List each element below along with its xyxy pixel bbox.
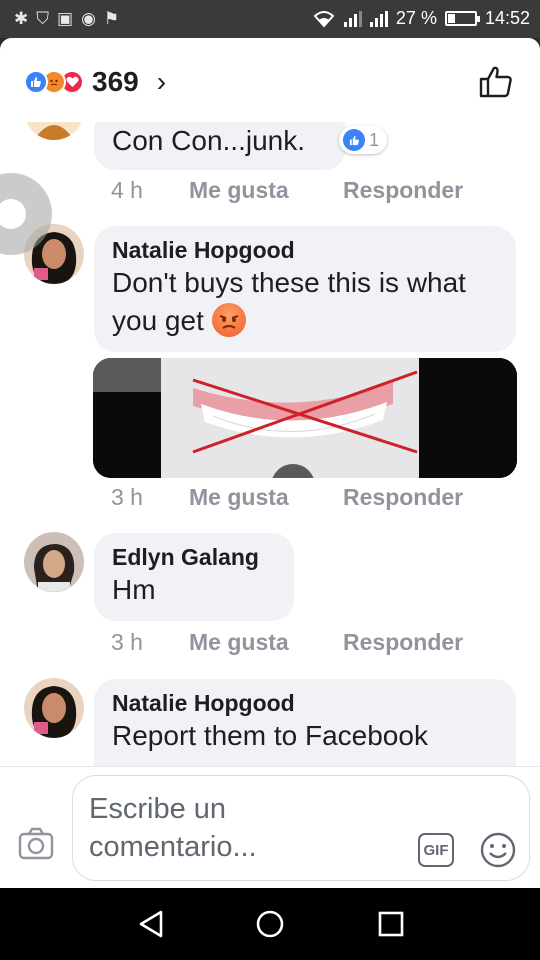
comment-time: 3 h — [111, 629, 143, 655]
recents-icon[interactable] — [373, 906, 409, 942]
comment-author[interactable]: Natalie Hopgood — [112, 236, 498, 264]
angry-face-icon — [211, 302, 246, 337]
flag-icon: ⚑ — [103, 9, 120, 28]
clock: 14:52 — [484, 8, 530, 28]
comment-reaction-count: 1 — [369, 129, 380, 150]
like-post-button[interactable] — [478, 64, 514, 100]
comment-text: Report them to Facebook — [112, 720, 428, 751]
comment-like-link[interactable]: Me gusta — [189, 484, 343, 511]
emoji-picker-icon[interactable] — [479, 831, 517, 869]
comment-reaction-badge[interactable]: 1 — [339, 126, 388, 154]
gif-button[interactable]: GIF — [418, 833, 454, 867]
chevron-right-icon: › — [156, 66, 167, 97]
camera-icon[interactable] — [18, 825, 54, 861]
comment-time: 3 h — [111, 484, 143, 510]
like-reaction-icon — [24, 70, 48, 94]
comment-reply-link[interactable]: Responder — [343, 484, 463, 511]
shield-icon: ⛉ — [36, 9, 49, 28]
wifi-icon — [313, 10, 335, 27]
comment-bubble[interactable]: Edlyn Galang Hm — [94, 533, 294, 621]
comment-text: Don't buys these this is what you get — [112, 267, 466, 336]
avatar[interactable] — [24, 678, 84, 738]
comment-author[interactable]: Natalie Hopgood — [112, 689, 498, 717]
notification-icons: ✱ ⛉ ▣ ◉ ⚑ — [14, 9, 119, 29]
comments-sheet: 369 › Con Con...junk. 1 4 h Me gusta Res… — [0, 38, 540, 888]
comment-reply-link[interactable]: Responder — [343, 629, 463, 656]
comment-input-placeholder: Escribe un comentario... — [89, 793, 257, 863]
signal-2-icon — [369, 10, 388, 27]
comment-text: Con Con...junk. — [112, 125, 305, 156]
back-icon[interactable] — [133, 906, 169, 942]
image-icon: ▣ — [57, 9, 74, 28]
reaction-count: 369 — [92, 66, 139, 97]
bug-icon: ✱ — [14, 9, 29, 28]
messenger-icon: ◉ — [81, 9, 96, 28]
comment-text: Hm — [112, 574, 156, 605]
signal-1-icon — [343, 10, 362, 27]
comment-composer: Escribe un comentario... GIF — [0, 766, 540, 888]
system-nav-bar — [0, 888, 540, 960]
battery-icon — [444, 11, 480, 26]
comment-input[interactable]: Escribe un comentario... GIF — [72, 775, 530, 881]
comment-like-link[interactable]: Me gusta — [189, 177, 343, 204]
home-icon[interactable] — [252, 906, 288, 942]
comment-like-link[interactable]: Me gusta — [189, 629, 343, 656]
comment-time: 4 h — [111, 177, 143, 203]
like-reaction-icon — [343, 129, 365, 151]
reactions-summary[interactable]: 369 › — [24, 66, 166, 98]
comment-text-wrapper: Don't buys these this is what you get — [112, 264, 502, 340]
comment-bubble[interactable]: Natalie Hopgood Don't buys these this is… — [94, 226, 516, 352]
reactions-header: 369 › — [0, 38, 540, 122]
status-bar: ✱ ⛉ ▣ ◉ ⚑ 27 % 14:52 — [0, 0, 540, 38]
comment-attached-image[interactable] — [93, 358, 517, 478]
comment-reply-link[interactable]: Responder — [343, 177, 463, 204]
avatar[interactable] — [24, 532, 84, 592]
battery-percent: 27 % — [395, 8, 437, 28]
comment-author[interactable]: Edlyn Galang — [112, 543, 276, 571]
